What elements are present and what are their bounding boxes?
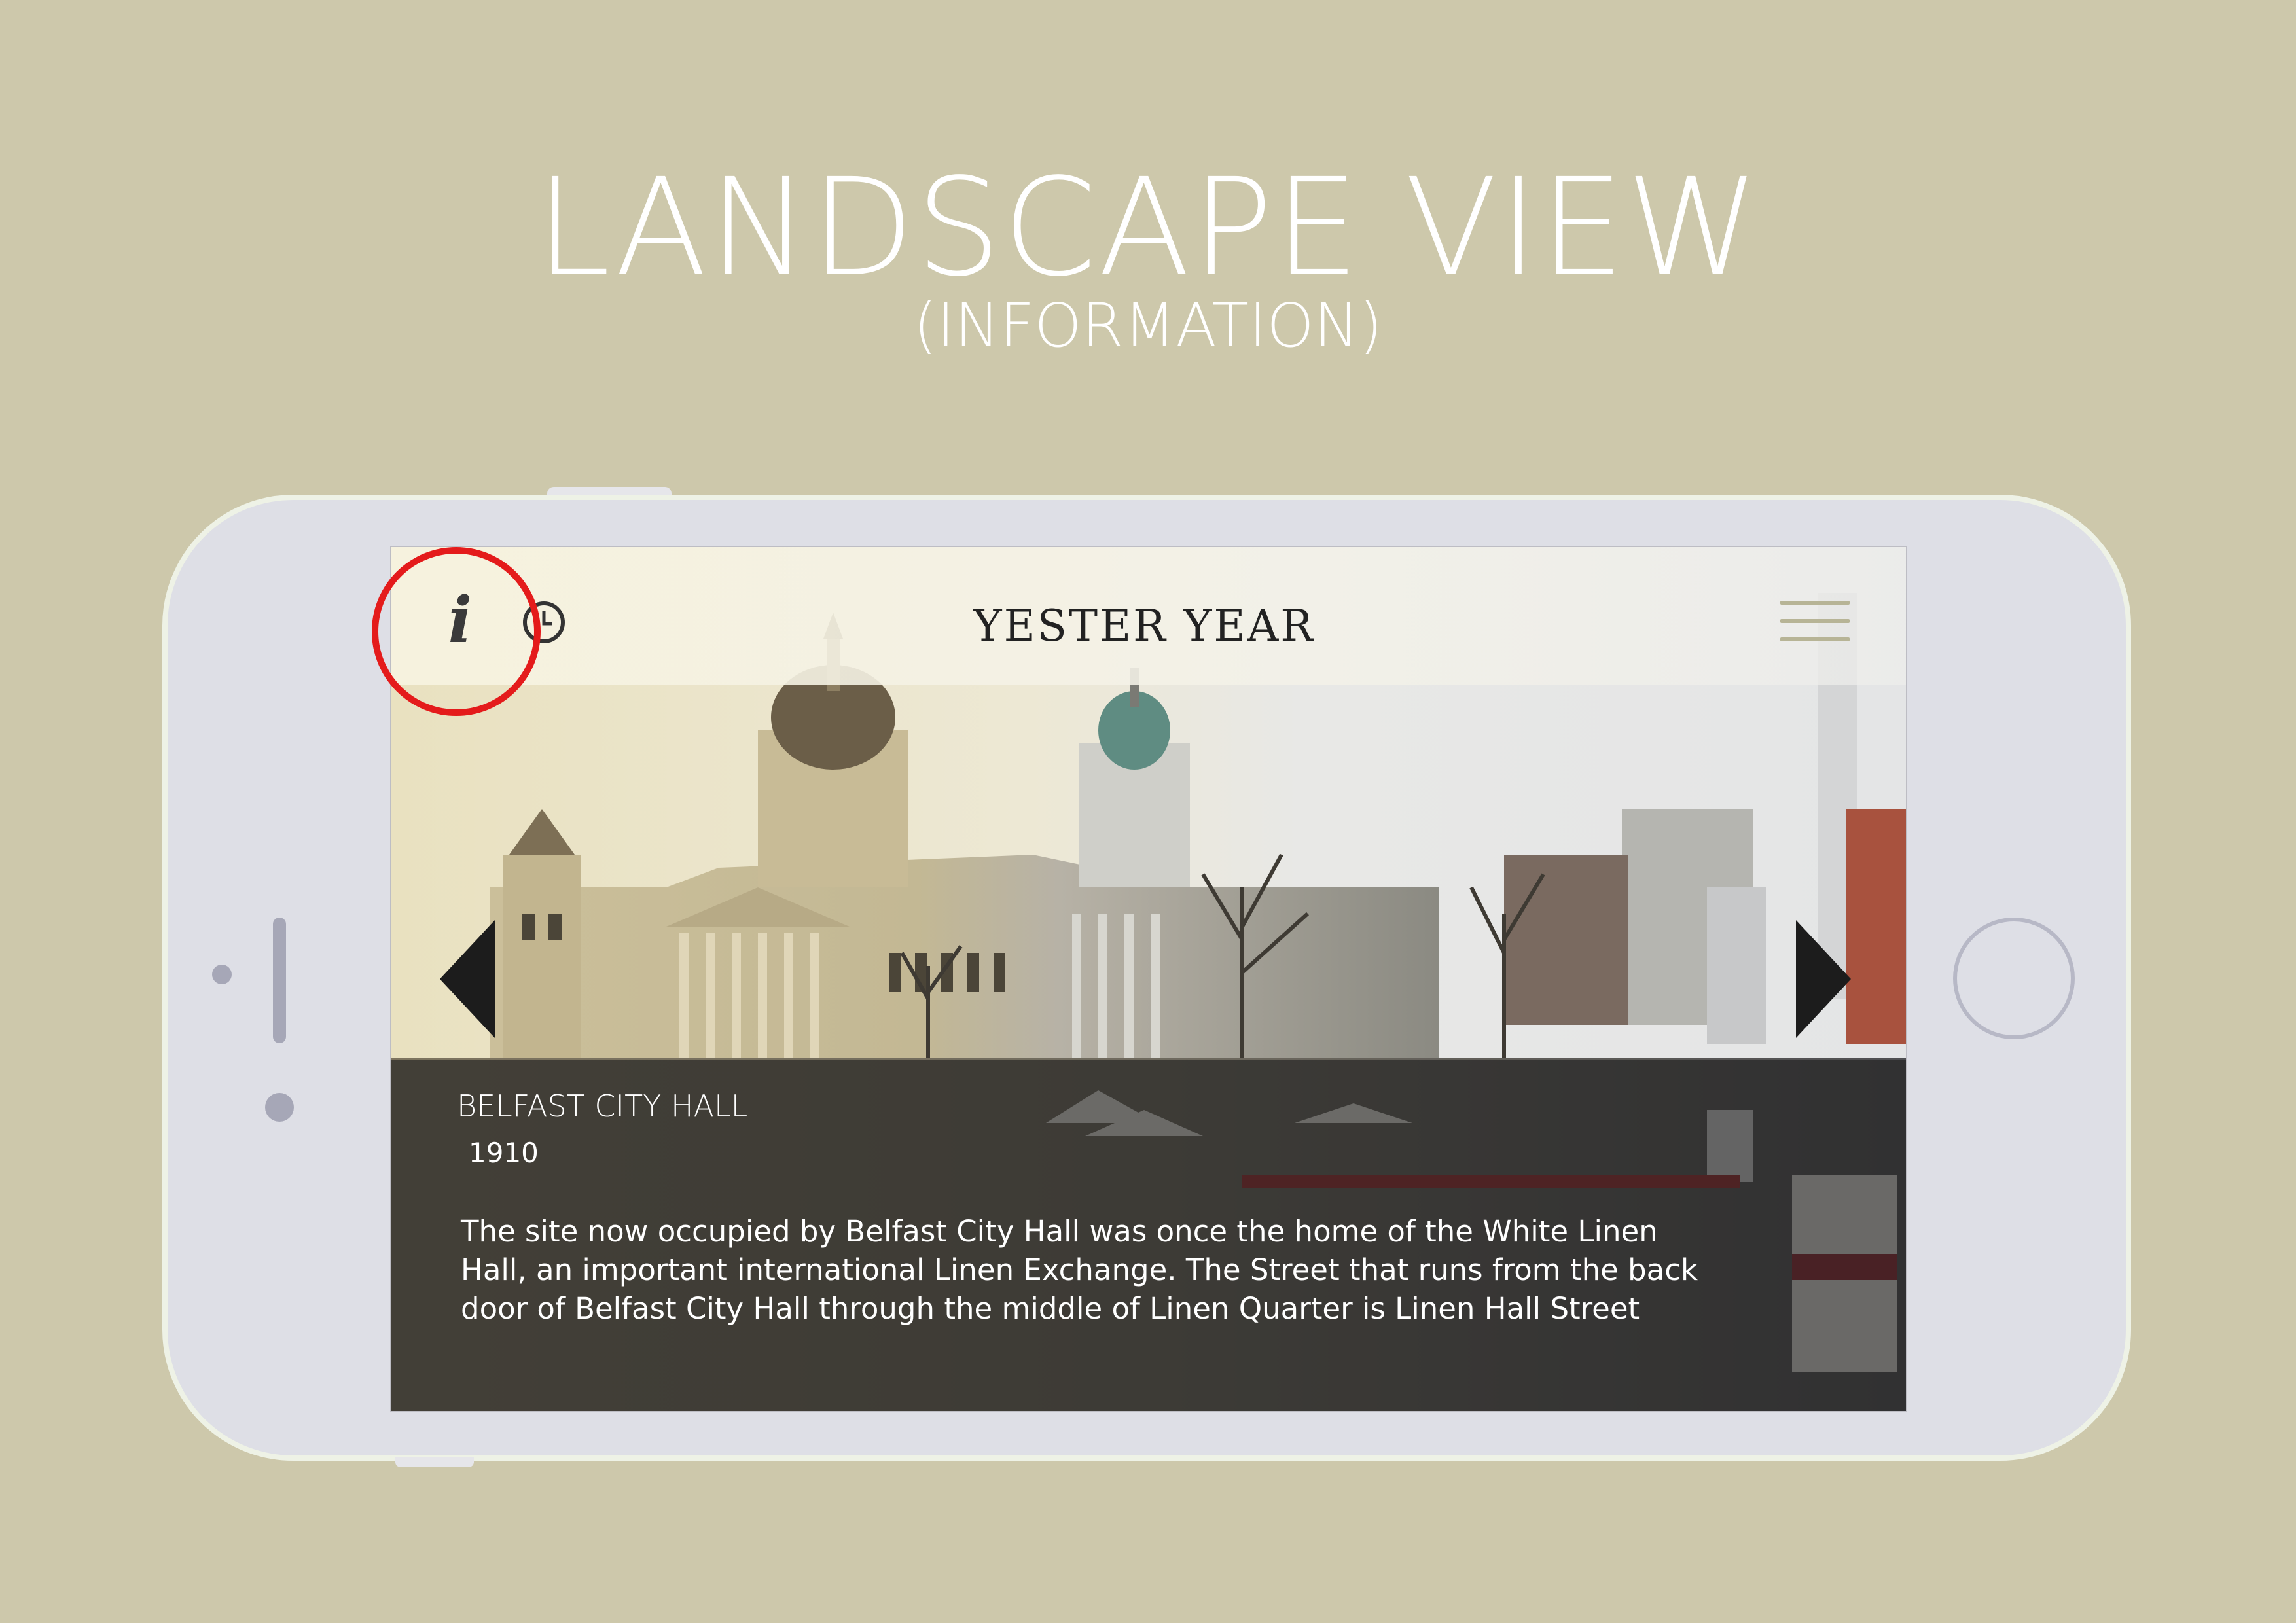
- place-title: BELFAST CITY HALL: [457, 1088, 748, 1124]
- info-highlight-ring: [372, 547, 541, 716]
- chevron-left-icon[interactable]: [440, 920, 495, 1038]
- app-screen: i YESTER YEAR BELFAST CITY HALL 1910 The…: [390, 546, 1907, 1412]
- hamburger-menu-icon[interactable]: [1780, 601, 1850, 643]
- phone-volume-button: [395, 1457, 474, 1467]
- page-subtitle: (INFORMATION): [913, 291, 1383, 361]
- phone-camera: [212, 965, 232, 984]
- place-year: 1910: [469, 1137, 539, 1169]
- phone-speaker: [273, 918, 286, 1043]
- phone-sensor: [265, 1093, 294, 1122]
- chevron-right-icon[interactable]: [1796, 920, 1851, 1038]
- phone-home-button[interactable]: [1953, 918, 2075, 1039]
- app-logo: YESTER YEAR: [973, 601, 1315, 651]
- page-title: LANDSCAPE VIEW: [535, 149, 1761, 306]
- place-description: The site now occupied by Belfast City Ha…: [461, 1214, 1698, 1326]
